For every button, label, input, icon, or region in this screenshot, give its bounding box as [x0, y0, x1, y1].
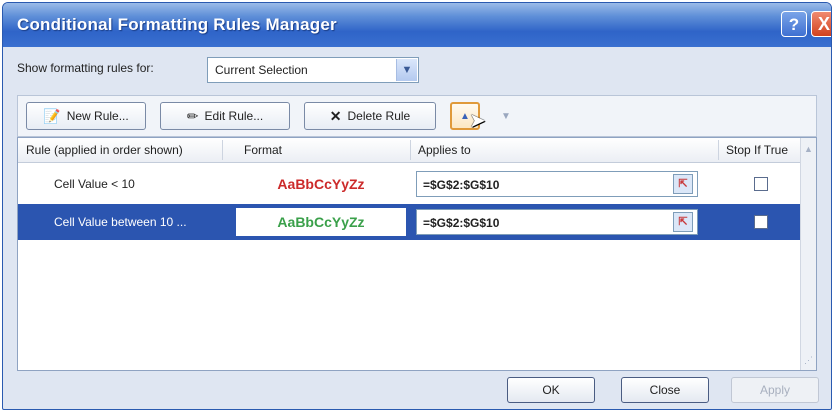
help-button[interactable]: ? [781, 11, 807, 37]
delete-rule-label: Delete Rule [347, 109, 411, 123]
table-row[interactable]: Cell Value between 10 ... AaBbCcYyZz =$G… [18, 204, 800, 240]
header-format[interactable]: Format [244, 143, 282, 157]
delete-x-icon: ✕ [329, 107, 342, 124]
edit-rule-button[interactable]: ✏ Edit Rule... [160, 102, 290, 130]
table-header: Rule (applied in order shown) Format App… [18, 138, 816, 163]
header-rule[interactable]: Rule (applied in order shown) [26, 143, 183, 157]
show-rules-dropdown[interactable]: Current Selection ▼ [207, 57, 419, 83]
table-row[interactable]: Cell Value < 10 AaBbCcYyZz =$G$2:$G$10 ⇱ [18, 166, 800, 202]
mouse-pointer-icon: ➤ [469, 110, 486, 132]
scroll-grip-icon[interactable]: ⋰ [804, 355, 813, 366]
column-separator [718, 140, 719, 160]
show-rules-value: Current Selection [215, 63, 308, 77]
applies-to-value: =$G$2:$G$10 [423, 178, 500, 192]
applies-to-input[interactable]: =$G$2:$G$10 ⇱ [416, 171, 698, 197]
applies-to-value: =$G$2:$G$10 [423, 216, 500, 230]
move-down-button[interactable]: ▼ [494, 102, 518, 130]
rules-manager-dialog: Conditional Formatting Rules Manager ? X… [2, 2, 832, 410]
column-separator [222, 140, 223, 160]
header-applies-to[interactable]: Applies to [418, 143, 471, 157]
new-rule-icon: 📝 [43, 107, 61, 124]
rule-description: Cell Value < 10 [54, 177, 135, 191]
applies-to-input[interactable]: =$G$2:$G$10 ⇱ [416, 209, 698, 235]
column-separator [410, 140, 411, 160]
show-rules-label: Show formatting rules for: [17, 61, 154, 75]
chevron-down-icon[interactable]: ▼ [396, 59, 417, 81]
new-rule-label: New Rule... [66, 109, 129, 123]
edit-rule-icon: ✏ [186, 107, 199, 124]
format-preview-text: AaBbCcYyZz [277, 176, 365, 192]
edit-rule-label: Edit Rule... [204, 109, 264, 123]
rule-description: Cell Value between 10 ... [54, 215, 187, 229]
arrow-down-icon: ▼ [501, 110, 511, 122]
new-rule-button[interactable]: 📝 New Rule... [26, 102, 146, 130]
stop-if-true-checkbox[interactable] [754, 215, 768, 229]
title-bar[interactable]: Conditional Formatting Rules Manager ? X [3, 3, 831, 47]
format-preview: AaBbCcYyZz [236, 208, 406, 236]
header-stop-if-true[interactable]: Stop If True [726, 143, 788, 157]
close-button[interactable]: Close [621, 377, 709, 403]
scroll-up-icon[interactable]: ▲ [804, 144, 813, 154]
collapse-dialog-icon[interactable]: ⇱ [673, 174, 693, 194]
vertical-scrollbar[interactable]: ▲ ⋰ [800, 138, 816, 370]
collapse-dialog-icon[interactable]: ⇱ [673, 212, 693, 232]
rules-toolbar: 📝 New Rule... ✏ Edit Rule... ✕ Delete Ru… [17, 95, 817, 137]
dialog-title: Conditional Formatting Rules Manager [17, 15, 337, 34]
apply-button[interactable]: Apply [731, 377, 819, 403]
delete-rule-button[interactable]: ✕ Delete Rule [304, 102, 436, 130]
ok-button[interactable]: OK [507, 377, 595, 403]
close-window-button[interactable]: X [811, 11, 831, 37]
format-preview-text: AaBbCcYyZz [277, 214, 365, 230]
rules-table: Rule (applied in order shown) Format App… [17, 137, 817, 371]
format-preview: AaBbCcYyZz [236, 170, 406, 198]
stop-if-true-checkbox[interactable] [754, 177, 768, 191]
